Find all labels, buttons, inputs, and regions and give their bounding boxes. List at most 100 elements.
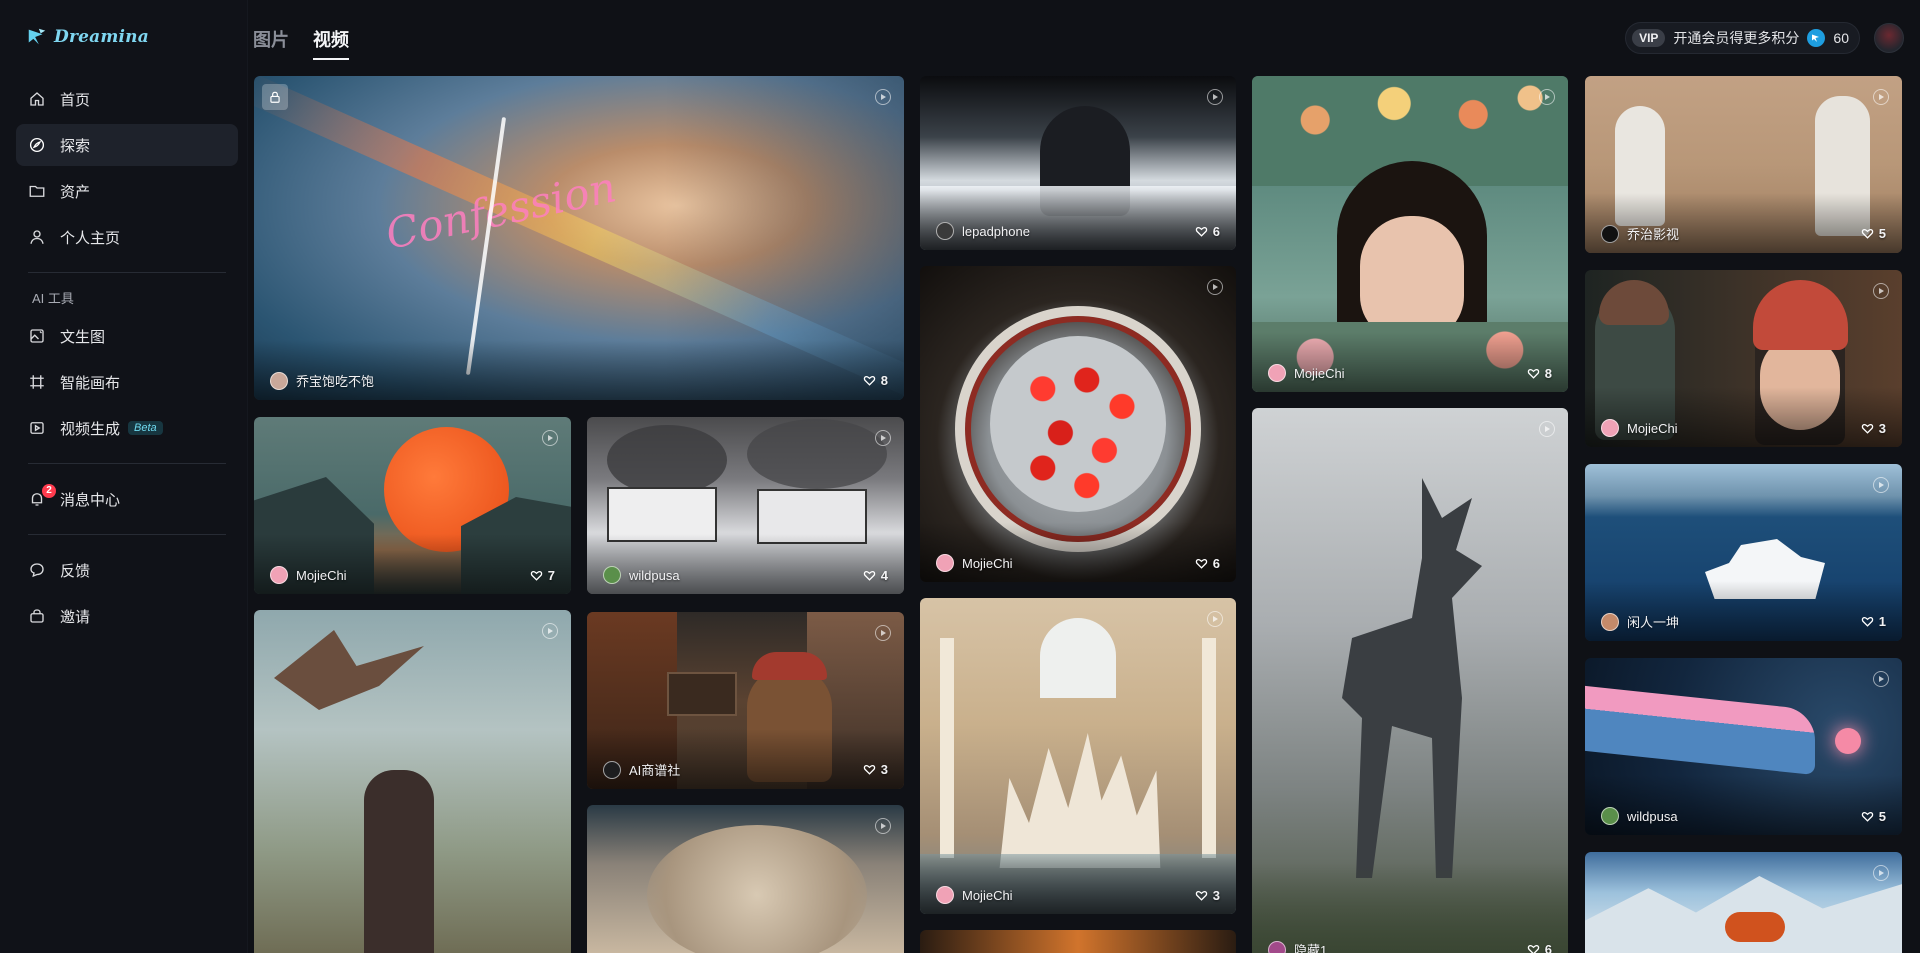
card-shade bbox=[920, 854, 1236, 914]
author-avatar bbox=[1601, 612, 1619, 631]
like-count: 3 bbox=[880, 762, 888, 777]
card-meta: wildpusa 4 bbox=[603, 566, 888, 584]
heart-icon bbox=[863, 570, 875, 581]
author-name: 隐藏1 bbox=[1294, 943, 1328, 953]
author-name: wildpusa bbox=[1627, 808, 1678, 824]
video-play-icon bbox=[1873, 865, 1889, 881]
like-button[interactable]: 6 bbox=[1195, 224, 1220, 239]
card-author[interactable]: 乔治影视 bbox=[1601, 224, 1679, 243]
sidebar-item-canvas[interactable]: 智能画布 bbox=[16, 361, 238, 403]
like-button[interactable]: 4 bbox=[863, 568, 888, 583]
like-button[interactable]: 1 bbox=[1861, 614, 1886, 629]
creature-silhouette bbox=[1342, 478, 1482, 878]
video-card[interactable]: MojieChi 3 bbox=[1585, 270, 1902, 447]
video-gen-icon bbox=[30, 422, 44, 434]
ai-tools-heading: AI 工具 bbox=[32, 291, 74, 306]
card-author[interactable]: MojieChi bbox=[936, 554, 1013, 572]
like-count: 6 bbox=[1212, 555, 1220, 571]
author-avatar bbox=[1268, 364, 1286, 382]
video-card[interactable] bbox=[587, 805, 904, 953]
credits-icon bbox=[1807, 29, 1826, 47]
author-avatar bbox=[603, 566, 621, 584]
like-button[interactable]: 7 bbox=[530, 568, 555, 583]
sidebar-item-video-gen[interactable]: 视频生成 Beta bbox=[16, 407, 238, 449]
sidebar-item-explore[interactable]: 探索 bbox=[16, 124, 238, 166]
sidebar-item-label: 探索 bbox=[60, 137, 91, 155]
dreamina-logo-icon bbox=[28, 28, 46, 45]
tab-images[interactable]: 图片 bbox=[253, 26, 289, 60]
sidebar-item-text-to-image[interactable]: 文生图 bbox=[16, 315, 238, 357]
card-author[interactable]: MojieChi bbox=[270, 566, 347, 584]
logo[interactable]: Dreamina bbox=[26, 26, 149, 48]
like-button[interactable]: 8 bbox=[863, 373, 888, 388]
author-avatar bbox=[1601, 224, 1619, 243]
author-name: 闲人一坤 bbox=[1627, 615, 1680, 630]
like-count: 3 bbox=[1212, 887, 1220, 903]
card-author[interactable]: 闲人一坤 bbox=[1601, 612, 1679, 631]
card-author[interactable]: wildpusa bbox=[1601, 807, 1678, 825]
video-card[interactable]: Confession 乔宝饱吃不饱 8 bbox=[254, 76, 904, 400]
sidebar-item-label: 智能画布 bbox=[60, 374, 121, 392]
video-card[interactable]: lepadphone 6 bbox=[920, 76, 1236, 250]
sidebar-item-label: 个人主页 bbox=[60, 229, 121, 247]
divider bbox=[28, 534, 226, 535]
video-card[interactable]: wildpusa 4 bbox=[587, 417, 904, 594]
card-author[interactable]: MojieChi bbox=[936, 886, 1013, 904]
vip-upgrade-button[interactable]: VIP 开通会员得更多积分 60 bbox=[1625, 22, 1860, 54]
like-button[interactable]: 3 bbox=[1861, 421, 1886, 436]
heart-icon bbox=[1527, 368, 1539, 379]
card-shade bbox=[920, 522, 1236, 582]
compass-icon bbox=[29, 137, 45, 153]
sidebar-item-messages[interactable]: 2 消息中心 bbox=[16, 478, 238, 520]
author-avatar bbox=[936, 886, 954, 904]
like-button[interactable]: 3 bbox=[1195, 888, 1220, 903]
like-button[interactable]: 6 bbox=[1195, 556, 1220, 571]
sidebar-item-home[interactable]: 首页 bbox=[16, 78, 238, 120]
video-play-icon bbox=[542, 623, 558, 639]
video-card[interactable]: MojieChi 7 bbox=[254, 417, 571, 594]
video-card[interactable] bbox=[1585, 852, 1902, 953]
like-button[interactable]: 5 bbox=[1861, 809, 1886, 824]
like-button[interactable]: 8 bbox=[1527, 366, 1552, 381]
video-card[interactable]: MojieChi 6 bbox=[920, 266, 1236, 582]
video-card[interactable] bbox=[254, 610, 571, 953]
video-card[interactable]: wildpusa 5 bbox=[1585, 658, 1902, 835]
tab-videos[interactable]: 视频 bbox=[313, 26, 349, 60]
video-card[interactable]: AI商谱社 3 bbox=[587, 612, 904, 789]
sidebar-item-invite[interactable]: 邀请 bbox=[16, 595, 238, 637]
video-card[interactable]: MojieChi 8 bbox=[1252, 76, 1568, 392]
beta-badge: Beta bbox=[128, 421, 163, 435]
lock-icon[interactable] bbox=[262, 84, 288, 110]
author-name: AI商谱社 bbox=[629, 763, 681, 778]
video-card[interactable]: 隐藏1 6 bbox=[1252, 408, 1568, 953]
video-card[interactable] bbox=[920, 930, 1236, 953]
video-play-icon bbox=[1873, 283, 1889, 299]
card-author[interactable]: lepadphone bbox=[936, 222, 1030, 240]
sidebar-item-assets[interactable]: 资产 bbox=[16, 170, 238, 212]
canvas-icon bbox=[30, 375, 44, 389]
video-card[interactable]: 乔治影视 5 bbox=[1585, 76, 1902, 253]
like-button[interactable]: 6 bbox=[1527, 942, 1552, 953]
card-author[interactable]: MojieChi bbox=[1601, 419, 1678, 437]
card-author[interactable]: MojieChi bbox=[1268, 364, 1345, 382]
like-button[interactable]: 3 bbox=[863, 762, 888, 777]
video-play-icon bbox=[875, 818, 891, 834]
card-meta: lepadphone 6 bbox=[936, 222, 1220, 240]
sidebar-item-feedback[interactable]: 反馈 bbox=[16, 549, 238, 591]
author-avatar bbox=[1268, 940, 1286, 953]
card-author[interactable]: 乔宝饱吃不饱 bbox=[270, 371, 374, 390]
card-shade bbox=[1585, 193, 1902, 253]
card-author[interactable]: 隐藏1 bbox=[1268, 940, 1327, 953]
card-author[interactable]: AI商谱社 bbox=[603, 760, 680, 779]
like-count: 1 bbox=[1878, 614, 1886, 629]
sidebar-item-profile[interactable]: 个人主页 bbox=[16, 216, 238, 258]
sidebar-item-label: 邀请 bbox=[60, 608, 91, 626]
user-avatar[interactable] bbox=[1874, 23, 1904, 53]
video-card[interactable]: 闲人一坤 1 bbox=[1585, 464, 1902, 641]
like-count: 4 bbox=[880, 567, 888, 583]
video-card[interactable]: MojieChi 3 bbox=[920, 598, 1236, 914]
like-button[interactable]: 5 bbox=[1861, 226, 1886, 241]
card-author[interactable]: wildpusa bbox=[603, 566, 680, 584]
train bbox=[1585, 685, 1815, 776]
card-meta: MojieChi 8 bbox=[1268, 364, 1552, 382]
